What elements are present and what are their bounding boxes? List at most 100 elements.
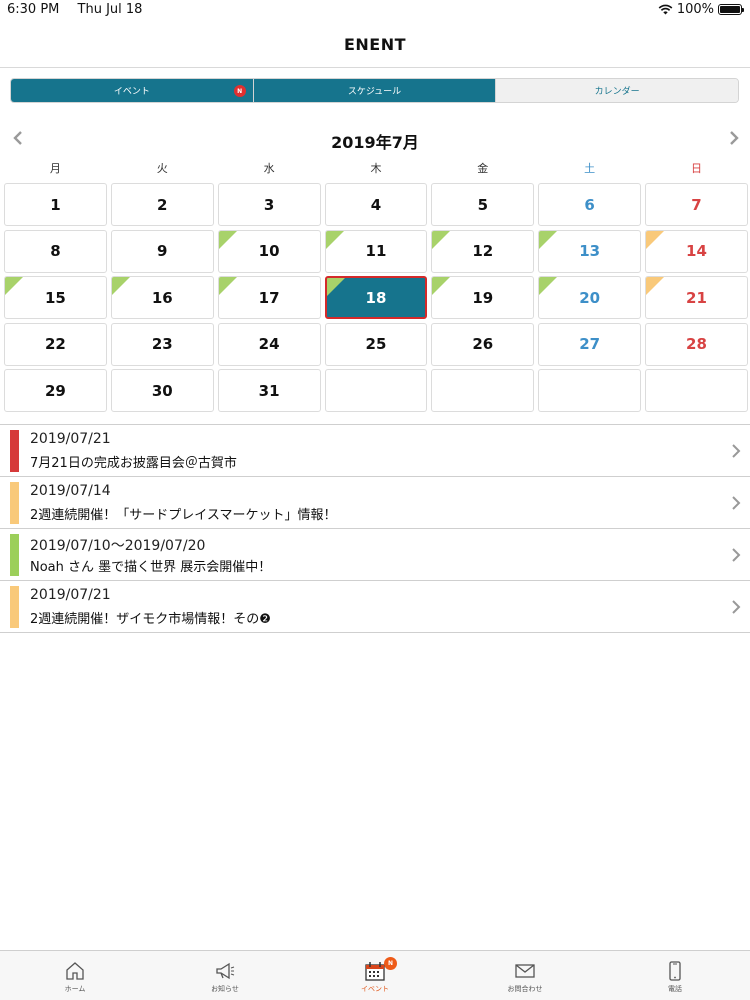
calendar-day[interactable]: 26 [431,322,535,366]
event-date: 2019/07/21 [30,587,111,603]
calendar-day-number: 5 [477,195,489,214]
calendar-day-number: 23 [151,335,173,353]
calendar-day-number: 8 [50,242,61,260]
segment-calendar[interactable]: カレンダー [495,79,738,102]
calendar-day[interactable]: 31 [217,369,321,412]
calendar-day[interactable]: 12 [431,229,535,273]
calendar-day[interactable]: 7 [645,183,748,226]
event-row[interactable]: 2019/07/10〜2019/07/20 Noah さん 墨で描く世界 展示会… [0,529,750,581]
event-title: 7月21日の完成お披露目会＠古賀市 [30,456,237,471]
calendar-day-number: 27 [579,335,601,353]
tab-bar: ホーム お知らせ N イベント お問合わせ 電話 [0,950,750,1000]
tab-phone[interactable]: 電話 [600,951,750,1000]
calendar-day[interactable]: 22 [4,322,107,366]
calendar-day-empty [538,369,642,412]
calendar-day-number: 7 [691,195,702,214]
tab-event-badge: N [384,957,397,970]
new-badge: N [233,85,246,97]
tab-home[interactable]: ホーム [0,951,150,1000]
calendar-day[interactable]: 27 [538,322,642,366]
tab-event[interactable]: N イベント [300,951,450,1000]
calendar-day-number: 26 [472,335,494,353]
weekday-tue: 火 [156,162,168,175]
event-row[interactable]: 2019/07/21 7月21日の完成お披露目会＠古賀市 [0,425,750,477]
calendar-day-empty [324,369,428,412]
calendar-day[interactable]: 15 [4,276,107,319]
status-bar: 6:30 PM Thu Jul 18 100% [0,0,750,22]
calendar-day[interactable]: 21 [645,276,748,319]
calendar-day-number: 17 [258,288,280,307]
tab-news-label: お知らせ [211,985,239,993]
calendar-day[interactable]: 17 [217,276,321,319]
calendar-day[interactable]: 11 [324,229,428,273]
calendar-day-number: 16 [151,288,173,307]
calendar-day[interactable]: 6 [538,183,642,226]
calendar-day-number: 13 [579,242,601,260]
event-marker [646,230,665,249]
calendar-day[interactable]: 1 [4,183,107,226]
tab-contact[interactable]: お問合わせ [450,951,600,1000]
calendar-day-number: 31 [258,381,280,400]
calendar-day[interactable]: 9 [110,229,214,273]
event-list: 2019/07/21 7月21日の完成お披露目会＠古賀市 2019/07/14 … [0,424,750,633]
calendar-day-number: 10 [258,242,280,260]
calendar-day-number: 30 [151,381,173,400]
event-row[interactable]: 2019/07/14 2週連続開催！「サードプレイスマーケット」情報！ [0,477,750,529]
calendar-day-empty [645,369,748,412]
calendar-day[interactable]: 24 [217,322,321,366]
chevron-right-icon[interactable] [726,131,740,145]
calendar-day[interactable]: 30 [110,369,214,412]
calendar-day-number: 4 [370,195,382,214]
event-title: 2週連続開催！「サードプレイスマーケット」情報！ [30,508,337,523]
calendar-day[interactable]: 3 [217,183,321,226]
event-date: 2019/07/21 [30,431,111,447]
calendar-day[interactable]: 10 [217,229,321,273]
calendar-day-number: 15 [44,288,66,307]
event-date: 2019/07/14 [30,483,111,499]
calendar-day[interactable]: 8 [4,229,107,273]
weekday-sat: 土 [584,162,596,175]
event-marker [5,277,23,295]
event-marker [539,277,558,295]
tab-news[interactable]: お知らせ [150,951,300,1000]
calendar-day[interactable]: 14 [645,229,748,273]
megaphone-icon [216,962,235,980]
chevron-right-icon [732,496,741,510]
segment-event-label: イベント [113,87,150,97]
event-date: 2019/07/10〜2019/07/20 [30,538,206,554]
calendar-day[interactable]: 4 [324,183,428,226]
calendar-day[interactable]: 5 [431,183,535,226]
event-color-bar [10,482,19,524]
calendar-day[interactable]: 16 [110,276,214,319]
calendar-day-number: 6 [584,195,595,214]
calendar-day-number: 11 [365,242,387,260]
tab-contact-label: お問合わせ [507,985,543,993]
event-marker [325,230,344,249]
segment-control: イベント N スケジュール カレンダー [10,78,739,103]
calendar-day[interactable]: 25 [324,322,428,366]
calendar-day[interactable]: 20 [538,276,642,319]
chevron-right-icon [732,548,741,562]
chevron-right-icon [732,444,741,458]
calendar-day[interactable]: 28 [645,322,748,366]
segment-schedule[interactable]: スケジュール [252,79,496,102]
event-color-bar [10,430,19,472]
segment-schedule-label: スケジュール [347,87,402,97]
event-row[interactable]: 2019/07/21 2週連続開催！ザイモク市場情報！その❷ [0,581,750,633]
event-marker [218,277,237,295]
tab-home-label: ホーム [64,985,86,993]
calendar-day[interactable]: 29 [4,369,107,412]
battery-percent: 100% [676,2,714,17]
nav-header: ENENT [0,22,750,68]
calendar-day[interactable]: 2 [110,183,214,226]
calendar-week: 15 16 17 18 19 20 21 [2,275,750,322]
calendar-day-number: 28 [686,335,707,353]
calendar-day[interactable]: 13 [538,229,642,273]
calendar-day[interactable]: 23 [110,322,214,366]
calendar-day-today[interactable]: 18 [324,276,428,319]
chevron-right-icon [732,600,741,614]
segment-event[interactable]: イベント N [11,79,253,102]
calendar-day-empty [431,369,535,412]
calendar-day[interactable]: 19 [431,276,535,319]
calendar-day-number: 3 [263,195,275,214]
